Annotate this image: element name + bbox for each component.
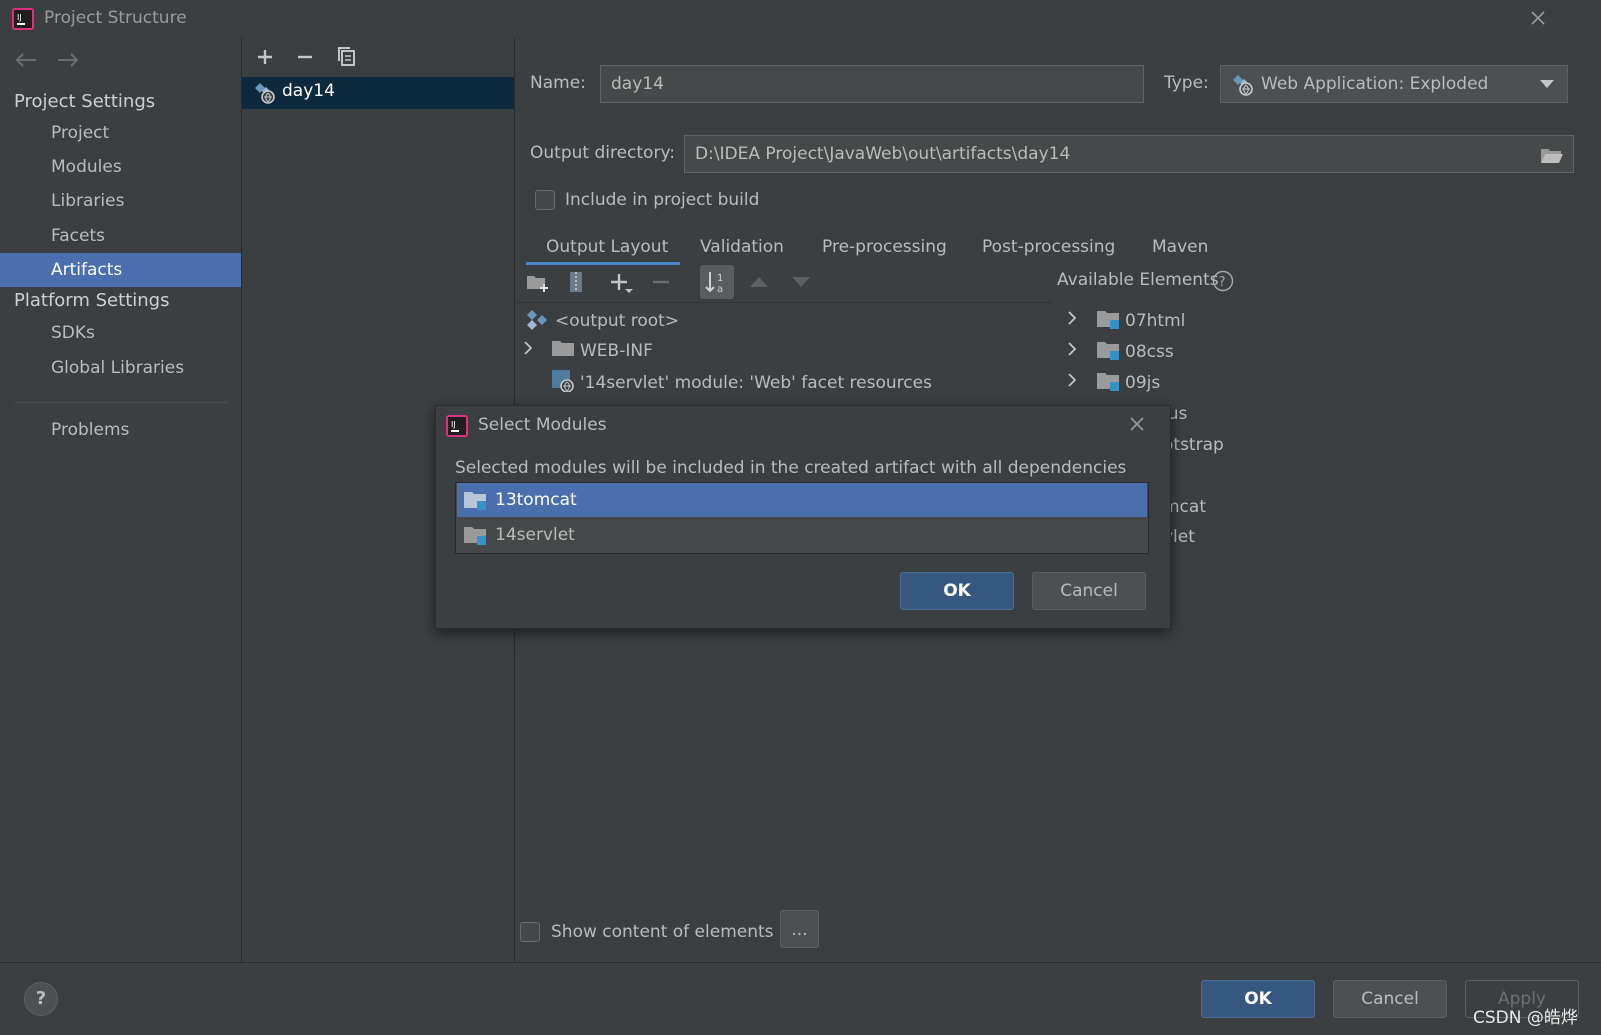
available-item[interactable]: otstrap — [1163, 430, 1224, 460]
dialog-message: Selected modules will be included in the… — [455, 458, 1127, 478]
available-item[interactable]: 09js — [1125, 368, 1160, 398]
artifact-name-label: day14 — [282, 81, 335, 101]
svg-text:?: ? — [1219, 275, 1226, 290]
platform-settings-header: Platform Settings — [14, 290, 170, 311]
sidebar-item-artifacts[interactable]: Artifacts — [0, 253, 241, 287]
show-content-label: Show content of elements — [551, 922, 774, 942]
tab-pre-processing[interactable]: Pre-processing — [822, 230, 947, 264]
close-icon[interactable] — [1530, 10, 1546, 26]
ok-button[interactable]: OK — [1201, 980, 1315, 1018]
move-up-icon[interactable] — [750, 277, 768, 287]
dialog-close-icon[interactable] — [1129, 416, 1145, 432]
remove-icon[interactable] — [296, 48, 314, 66]
svg-text:IJ: IJ — [451, 420, 456, 429]
output-root-icon — [526, 309, 548, 331]
folder-icon — [552, 339, 574, 357]
tab-maven[interactable]: Maven — [1152, 230, 1208, 264]
sidebar-item-problems[interactable]: Problems — [0, 413, 241, 447]
type-select[interactable]: Web Application: Exploded — [1220, 65, 1568, 103]
folder-browse-icon[interactable] — [1540, 146, 1564, 164]
intellij-logo-icon: IJ — [12, 8, 34, 30]
list-item[interactable]: 13tomcat — [457, 483, 1147, 517]
archive-icon[interactable] — [568, 271, 584, 293]
web-artifact-icon — [254, 82, 276, 104]
name-field[interactable]: day14 — [600, 65, 1144, 103]
remove-element-icon[interactable] — [652, 280, 670, 284]
intellij-logo-icon: IJ — [446, 415, 468, 437]
tree-item-output-root[interactable]: <output root> — [555, 306, 679, 336]
add-icon[interactable] — [256, 48, 274, 66]
include-in-build-checkbox[interactable] — [535, 190, 555, 210]
help-circle-icon[interactable]: ? — [1212, 270, 1234, 292]
settings-sidebar: Project Settings Project Modules Librari… — [0, 38, 242, 962]
dialog-title: Select Modules — [478, 415, 607, 435]
tab-post-processing[interactable]: Post-processing — [982, 230, 1115, 264]
dialog-cancel-button[interactable]: Cancel — [1032, 572, 1146, 610]
modules-list: 13tomcat 14servlet — [455, 482, 1149, 554]
available-elements-header: Available Elements — [1057, 270, 1219, 290]
chevron-down-icon — [1540, 80, 1554, 88]
chevron-right-icon[interactable] — [523, 341, 533, 355]
module-label: 13tomcat — [495, 490, 577, 510]
svg-text:1: 1 — [717, 273, 723, 284]
title-bar: IJ Project Structure — [0, 0, 1601, 38]
type-select-value: Web Application: Exploded — [1261, 74, 1489, 94]
chevron-right-icon[interactable] — [1067, 342, 1077, 356]
toolbar-divider — [516, 302, 1051, 303]
svg-text:a: a — [717, 284, 723, 295]
show-content-options-button[interactable]: ... — [780, 910, 819, 948]
web-facet-icon — [552, 370, 574, 392]
show-content-checkbox[interactable] — [520, 922, 540, 942]
move-down-icon[interactable] — [792, 277, 810, 287]
available-item[interactable]: 07html — [1125, 306, 1185, 336]
list-item[interactable]: 14servlet — [457, 518, 1147, 552]
sidebar-item-libraries[interactable]: Libraries — [0, 184, 241, 218]
sort-icon[interactable]: 1a — [700, 265, 734, 299]
module-folder-icon — [1097, 340, 1121, 362]
module-folder-icon — [1097, 371, 1121, 393]
tab-validation[interactable]: Validation — [700, 230, 784, 264]
cancel-button[interactable]: Cancel — [1333, 980, 1447, 1018]
tree-item-web-inf[interactable]: WEB-INF — [580, 336, 653, 366]
module-label: 14servlet — [495, 525, 575, 545]
module-folder-icon — [464, 525, 488, 547]
sidebar-item-sdks[interactable]: SDKs — [0, 316, 241, 350]
sidebar-divider — [14, 402, 228, 403]
active-tab-indicator — [526, 262, 680, 265]
watermark: CSDN @皓烨 — [1473, 1008, 1578, 1028]
copy-icon[interactable] — [336, 46, 356, 66]
type-label: Type: — [1164, 73, 1209, 93]
create-directory-icon[interactable] — [526, 273, 550, 293]
back-arrow-icon[interactable] — [14, 52, 38, 68]
output-directory-field[interactable]: D:\IDEA Project\JavaWeb\out\artifacts\da… — [684, 135, 1574, 173]
module-folder-icon — [1097, 309, 1121, 331]
project-settings-header: Project Settings — [14, 91, 156, 112]
window-title: Project Structure — [44, 8, 187, 28]
available-item[interactable]: 08css — [1125, 337, 1174, 367]
sidebar-item-facets[interactable]: Facets — [0, 219, 241, 253]
add-copy-icon[interactable] — [610, 272, 634, 294]
sidebar-item-global-libraries[interactable]: Global Libraries — [0, 351, 241, 385]
web-artifact-icon — [1232, 74, 1254, 96]
sidebar-item-project[interactable]: Project — [0, 116, 241, 150]
help-button[interactable]: ? — [24, 982, 58, 1016]
module-folder-icon — [464, 490, 488, 512]
tree-item-facet-resources[interactable]: '14servlet' module: 'Web' facet resource… — [580, 368, 932, 398]
name-label: Name: — [530, 73, 586, 93]
dialog-ok-button[interactable]: OK — [900, 572, 1014, 610]
sidebar-item-modules[interactable]: Modules — [0, 150, 241, 184]
include-in-build-label: Include in project build — [565, 190, 760, 210]
forward-arrow-icon[interactable] — [56, 52, 80, 68]
chevron-right-icon[interactable] — [1067, 311, 1077, 325]
tab-output-layout[interactable]: Output Layout — [546, 230, 668, 264]
svg-text:IJ: IJ — [17, 13, 22, 22]
chevron-right-icon[interactable] — [1067, 373, 1077, 387]
artifact-list-item[interactable]: day14 — [242, 77, 514, 109]
output-directory-label: Output directory: — [530, 143, 675, 163]
